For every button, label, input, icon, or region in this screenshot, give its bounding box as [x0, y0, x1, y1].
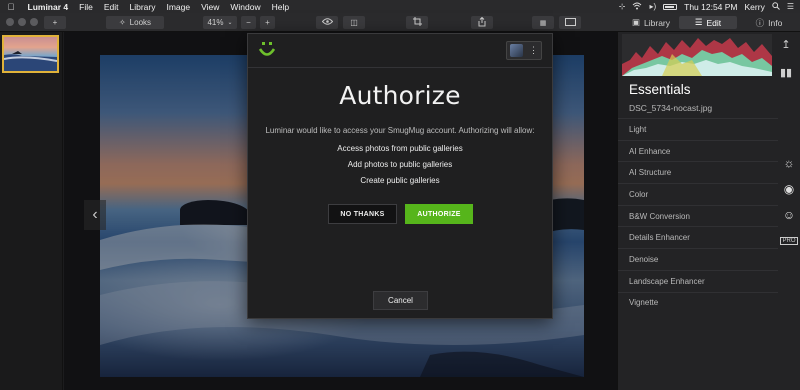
share-button[interactable]: [471, 16, 493, 29]
filmstrip: [0, 32, 63, 390]
zoom-in-label: +: [265, 18, 270, 27]
share-icon: [478, 16, 486, 29]
file-name: DSC_5734-nocast.jpg: [629, 103, 713, 113]
tab-info[interactable]: ⓘ Info: [744, 16, 794, 29]
crop-icon: [412, 17, 422, 28]
dialog-header: ⋮: [248, 34, 552, 68]
tool-details-enhancer[interactable]: Details Enhancer: [618, 226, 778, 248]
tool-bw-conversion[interactable]: B&W Conversion: [618, 204, 778, 227]
tool-color[interactable]: Color: [618, 183, 778, 205]
authorize-dialog: ⋮ Authorize Luminar would like to access…: [247, 33, 553, 319]
single-view-button[interactable]: [559, 16, 581, 29]
menu-window[interactable]: Window: [225, 2, 266, 12]
filmstrip-thumbnail[interactable]: [2, 35, 59, 73]
histogram-toggle-icon[interactable]: ↥: [778, 38, 794, 51]
menu-bar:  Luminar 4 File Edit Library Image View…: [0, 0, 800, 13]
panel-title: Essentials: [629, 82, 691, 97]
essentials-sun-icon[interactable]: ☼: [778, 150, 800, 176]
previous-image-button[interactable]: ‹: [84, 200, 106, 230]
menu-help[interactable]: Help: [266, 2, 294, 12]
creative-palette-icon[interactable]: ◉: [778, 176, 800, 202]
menu-user[interactable]: Kerry: [745, 2, 765, 12]
menu-image[interactable]: Image: [161, 2, 196, 12]
more-vertical-icon: ⋮: [529, 45, 538, 55]
crop-button[interactable]: [406, 16, 428, 29]
tab-info-label: Info: [768, 17, 783, 28]
menu-library[interactable]: Library: [124, 2, 161, 12]
tab-library[interactable]: ▣ Library: [626, 16, 676, 29]
menu-clock[interactable]: Thu 12:54 PM: [684, 2, 737, 12]
minimize-window-button[interactable]: [18, 18, 26, 26]
zoom-window-button[interactable]: [30, 18, 38, 26]
chevron-left-icon: ‹: [92, 206, 98, 223]
preview-button[interactable]: [316, 16, 338, 29]
app-toolbar: + ✧ Looks 41% ⌄ − + ◫ ▦ ▣ Library ☰ Edit…: [0, 13, 800, 32]
pro-tools-icon[interactable]: PRO: [778, 228, 800, 254]
apple-icon[interactable]: : [0, 2, 22, 12]
tool-vignette[interactable]: Vignette: [618, 291, 778, 314]
library-icon: ▣: [631, 17, 641, 27]
search-icon[interactable]: [772, 1, 780, 12]
tab-edit[interactable]: ☰ Edit: [679, 16, 737, 29]
chevron-down-icon: ⌄: [227, 20, 233, 26]
bluetooth-icon[interactable]: ⊹: [619, 2, 626, 11]
dialog-title: Authorize: [339, 81, 461, 110]
add-images-button[interactable]: +: [44, 16, 66, 29]
looks-label: Looks: [129, 18, 152, 27]
portrait-face-icon[interactable]: ☺: [778, 202, 800, 228]
authorize-button[interactable]: AUTHORIZE: [405, 204, 473, 224]
tool-list: Light AI Enhance AI Structure Color B&W …: [618, 118, 778, 313]
permission-create-galleries: Create public galleries: [360, 176, 440, 185]
account-menu-button[interactable]: ⋮: [506, 41, 542, 60]
tool-denoise[interactable]: Denoise: [618, 248, 778, 270]
tool-category-bar: ☼ ◉ ☺ PRO: [778, 150, 800, 254]
tab-edit-label: Edit: [706, 17, 722, 28]
tab-library-label: Library: [644, 17, 670, 28]
eye-icon: [321, 18, 333, 27]
close-window-button[interactable]: [6, 18, 14, 26]
layers-icon[interactable]: ▮▮: [778, 66, 794, 79]
single-image-icon: [564, 17, 576, 28]
cancel-button[interactable]: Cancel: [373, 291, 428, 310]
smugmug-logo-icon: [258, 40, 276, 62]
control-center-icon[interactable]: ☰: [787, 2, 794, 11]
zoom-out-button[interactable]: −: [241, 16, 256, 29]
zoom-dropdown[interactable]: 41% ⌄: [203, 16, 237, 29]
battery-icon[interactable]: [663, 3, 678, 10]
tool-landscape-enhancer[interactable]: Landscape Enhancer: [618, 269, 778, 292]
looks-button[interactable]: ✧ Looks: [106, 16, 164, 29]
tool-ai-enhance[interactable]: AI Enhance: [618, 139, 778, 162]
menu-app-name[interactable]: Luminar 4: [22, 2, 74, 12]
zoom-out-label: −: [246, 18, 251, 27]
volume-icon[interactable]: ▸): [649, 2, 656, 11]
dialog-description: Luminar would like to access your SmugMu…: [265, 126, 535, 135]
zoom-value: 41%: [207, 18, 224, 27]
tool-light[interactable]: Light: [618, 118, 778, 140]
info-icon: ⓘ: [755, 17, 765, 28]
grid-icon: ▦: [539, 19, 547, 27]
split-view-icon: ◫: [350, 18, 358, 27]
permission-access-photos: Access photos from public galleries: [337, 144, 463, 153]
no-thanks-button[interactable]: NO THANKS: [328, 204, 397, 224]
compare-button[interactable]: ◫: [343, 16, 365, 29]
menu-view[interactable]: View: [196, 2, 225, 12]
wifi-icon[interactable]: [632, 2, 642, 12]
histogram: [622, 34, 772, 76]
pro-label: PRO: [780, 237, 798, 245]
menu-file[interactable]: File: [74, 2, 99, 12]
zoom-in-button[interactable]: +: [260, 16, 275, 29]
permission-add-photos: Add photos to public galleries: [347, 160, 453, 169]
menu-edit[interactable]: Edit: [98, 2, 124, 12]
edit-panel: ↥ ▮▮ Essentials DSC_5734-nocast.jpg Ligh…: [617, 32, 800, 390]
plus-icon: +: [52, 18, 58, 27]
avatar: [510, 44, 523, 57]
sliders-icon: ☰: [694, 17, 703, 27]
looks-icon: ✧: [118, 18, 126, 27]
tool-ai-structure[interactable]: AI Structure: [618, 161, 778, 183]
grid-view-button[interactable]: ▦: [532, 16, 554, 29]
